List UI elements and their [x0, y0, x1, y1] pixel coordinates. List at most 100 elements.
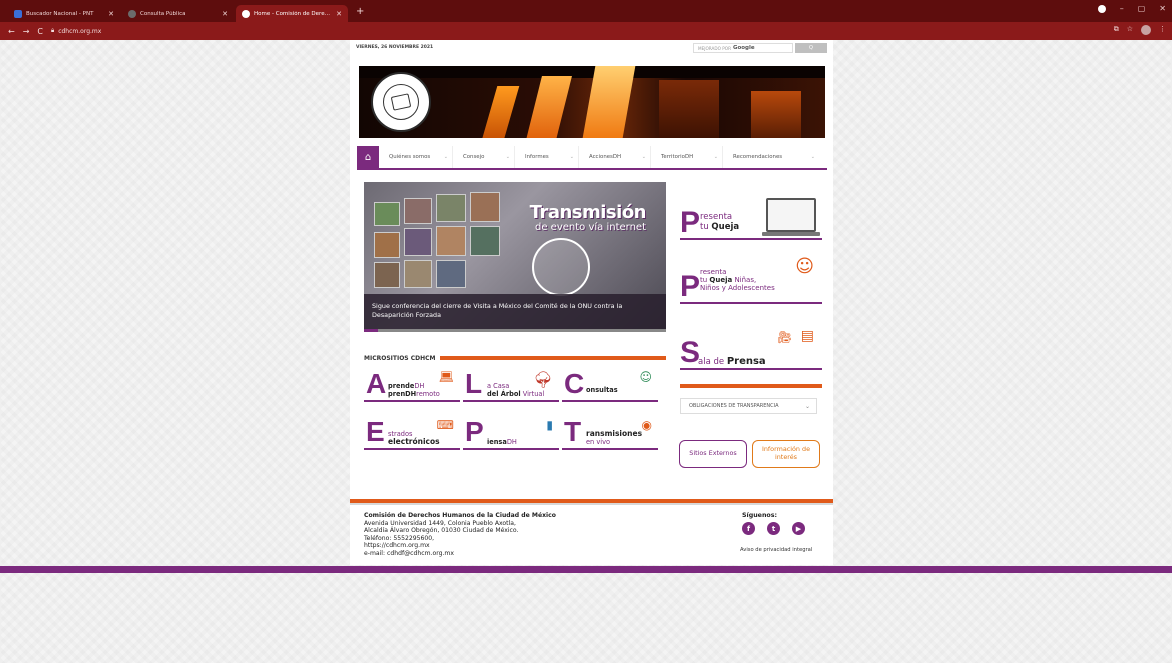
- chevron-down-icon: ⌄: [713, 154, 718, 160]
- close-icon[interactable]: ✕: [336, 10, 342, 18]
- cast-icon[interactable]: ⧉: [1114, 25, 1119, 35]
- card-line2-pre: tu: [700, 276, 710, 284]
- tile-line2-text: en vivo: [586, 438, 611, 446]
- tile-letter: P: [465, 416, 484, 447]
- tab-title: Consulta Pública: [140, 10, 186, 17]
- new-tab-button[interactable]: +: [356, 6, 364, 17]
- facebook-icon[interactable]: f: [742, 522, 755, 535]
- close-icon[interactable]: ✕: [108, 10, 114, 18]
- footer-line[interactable]: https://cdhcm.org.mx: [364, 542, 556, 550]
- tab-consulta-publica[interactable]: Consulta Pública ✕: [122, 5, 234, 22]
- cdhcm-seal-icon: [532, 238, 590, 296]
- tile-line1-bold: ransmisiones: [586, 429, 643, 438]
- chevron-down-icon: ⌄: [443, 154, 448, 160]
- nav-quienes-somos[interactable]: Quiénes somos ⌄: [379, 146, 453, 168]
- transparencia-select[interactable]: OBLIGACIONES DE TRANSPARENCIA ⌄: [680, 398, 817, 414]
- minimize-icon[interactable]: –: [1120, 4, 1124, 13]
- slide-progress-fill: [364, 329, 378, 332]
- search-input[interactable]: MEJORADO POR Google: [693, 43, 793, 53]
- avatar[interactable]: [1141, 25, 1151, 35]
- tile-line1: prendeDH: [388, 382, 424, 390]
- tile-line2: prenDHremoto: [388, 390, 440, 398]
- chevron-down-icon: ⌄: [810, 154, 815, 160]
- cdhcm-logo[interactable]: [371, 72, 431, 132]
- nav-label: AccionesDH: [589, 154, 622, 160]
- nav-recomendaciones[interactable]: Recomendaciones ⌄: [723, 146, 819, 168]
- featured-slide[interactable]: Transmisión de evento vía internet Sigue…: [364, 182, 666, 332]
- people-icon: ☺︎: [639, 370, 652, 384]
- close-icon[interactable]: ✕: [222, 10, 228, 18]
- photo-thumb: [404, 260, 432, 288]
- microsite-piensadh[interactable]: P iensaDH ▮: [463, 416, 559, 450]
- twitter-icon[interactable]: t: [767, 522, 780, 535]
- tab-home-cdhcm[interactable]: Home - Comisión de Derechos H ✕: [236, 5, 348, 22]
- home-icon[interactable]: ⌂: [357, 146, 379, 168]
- presenta-queja-card[interactable]: P resenta tu Queja: [680, 192, 822, 240]
- reload-icon[interactable]: C: [37, 27, 43, 36]
- tile-line2-bold: del Árbol: [487, 390, 521, 398]
- tile-line1-bold: prende: [388, 382, 415, 390]
- queja-ninos-card[interactable]: P resenta tu Queja Niñas, Niños y Adoles…: [680, 254, 822, 304]
- browser-tab-strip: Buscador Nacional - PNT ✕ Consulta Públi…: [0, 0, 1172, 22]
- nav-accionesdh[interactable]: AccionesDH ⌄: [579, 146, 651, 168]
- card-line2-bold: Queja: [709, 276, 733, 284]
- bookmark-star-icon[interactable]: ☆: [1127, 25, 1133, 35]
- tile-letter: L: [465, 368, 483, 399]
- keyboard-icon: ⌨︎: [436, 418, 454, 432]
- informacion-interes-button[interactable]: Información de interés: [752, 440, 820, 468]
- tile-letter: C: [564, 368, 585, 399]
- forward-arrow-icon[interactable]: →: [23, 27, 30, 36]
- microsites-title: MICROSITIOS CDHCM: [364, 354, 436, 362]
- card-line: ala de Prensa: [698, 356, 766, 367]
- nav-informes[interactable]: Informes ⌄: [515, 146, 579, 168]
- youtube-icon[interactable]: ▶: [792, 522, 805, 535]
- tile-line1: a Casa: [487, 382, 509, 390]
- microsite-transmisiones[interactable]: T ransmisiones en vivo ◉: [562, 416, 658, 450]
- photo-thumb: [374, 232, 400, 258]
- main-nav: ⌂ Quiénes somos ⌄ Consejo ⌄ Informes ⌄ Acci…: [357, 146, 827, 170]
- menu-dots-icon[interactable]: ⋮: [1159, 25, 1166, 35]
- address-bar[interactable]: 🔒︎ cdhcm.org.mx: [51, 27, 101, 35]
- chevron-down-icon: ⌄: [569, 154, 574, 160]
- nav-label: TerritorioDH: [661, 154, 694, 160]
- privacy-link[interactable]: Aviso de privacidad integral: [740, 547, 812, 553]
- banner-light: [526, 76, 572, 138]
- document-icon: [390, 93, 412, 111]
- microsite-estrados[interactable]: E strados electrónicos ⌨︎: [364, 416, 460, 450]
- card-line2: tu Queja Niñas,: [700, 276, 756, 284]
- tab-title: Buscador Nacional - PNT: [26, 10, 94, 17]
- tab-buscador-nacional[interactable]: Buscador Nacional - PNT ✕: [8, 5, 120, 22]
- back-arrow-icon[interactable]: ←: [8, 27, 15, 36]
- photo-thumb: [404, 198, 432, 224]
- close-window-icon[interactable]: ✕: [1159, 4, 1166, 13]
- tile-line1-text: a Casa: [487, 382, 510, 390]
- banner-ceiling: [359, 66, 825, 78]
- tile-line2-bold: onsultas: [586, 386, 618, 394]
- tab-title: Home - Comisión de Derechos H: [254, 10, 332, 17]
- tile-line2: onsultas: [586, 386, 618, 394]
- microsite-consultas[interactable]: C onsultas ☺︎: [562, 368, 658, 402]
- card-line-bold: Prensa: [726, 356, 766, 367]
- microsite-aprendedh[interactable]: A prendeDH prenDHremoto 💻︎: [364, 368, 460, 402]
- tile-line2-text: Virtual: [520, 390, 545, 398]
- search-button[interactable]: Q: [795, 43, 827, 53]
- footer-line[interactable]: e-mail: cdhdf@cdhcm.org.mx: [364, 550, 556, 558]
- sitios-externos-button[interactable]: Sitios Externos: [679, 440, 747, 468]
- card-line2-post: Niñas,: [732, 276, 757, 284]
- slide-title: Transmisión: [529, 202, 647, 223]
- photo-thumb: [470, 192, 500, 222]
- footer-line: Teléfono: 5552295600,: [364, 534, 435, 542]
- microsites-heading: MICROSITIOS CDHCM: [364, 354, 666, 362]
- favicon-icon: [242, 9, 250, 18]
- nav-territoriodh[interactable]: TerritorioDH ⌄: [651, 146, 723, 168]
- photo-thumb: [374, 202, 400, 226]
- follow-label: Síguenos:: [742, 512, 778, 519]
- nav-consejo[interactable]: Consejo ⌄: [453, 146, 515, 168]
- card-letter: P: [680, 270, 701, 303]
- slide-subtitle: de evento vía internet: [535, 222, 646, 233]
- sala-prensa-card[interactable]: S ala de Prensa 🎥︎ ▤: [680, 326, 822, 370]
- maximize-icon[interactable]: ▢: [1138, 4, 1146, 13]
- microsite-casa-arbol[interactable]: L a Casa del Árbol Virtual 🌳︎: [463, 368, 559, 402]
- slide-caption[interactable]: Sigue conferencia del cierre de Visita a…: [364, 294, 666, 332]
- tile-line2-bold: prenDH: [388, 390, 417, 398]
